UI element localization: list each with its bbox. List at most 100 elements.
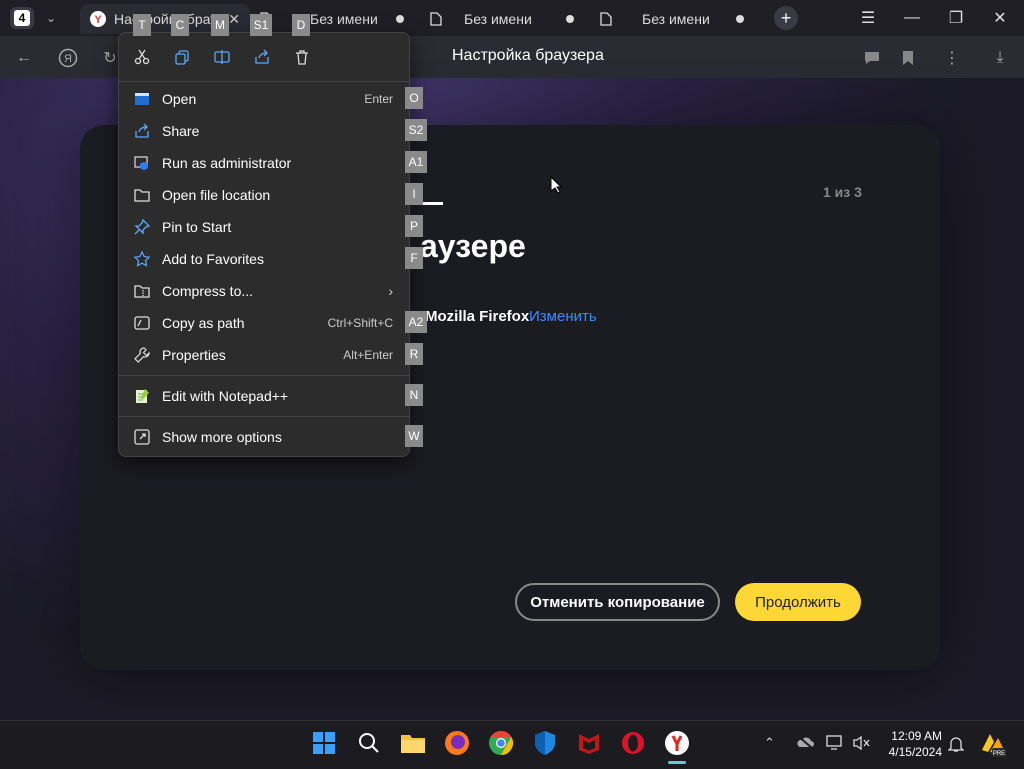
menu-item-label: Edit with Notepad++ <box>162 388 289 404</box>
menu-item-add-to-favorites[interactable]: Add to Favorites <box>119 243 409 275</box>
mcafee-icon[interactable] <box>574 728 604 758</box>
svg-text:Я: Я <box>64 53 72 65</box>
new-tab-button[interactable]: + <box>774 6 798 30</box>
comment-icon[interactable] <box>860 46 884 70</box>
access-key-badge: W <box>405 425 423 447</box>
menu-item-edit-notepadpp[interactable]: Edit with Notepad++ <box>119 380 409 412</box>
bookmark-icon[interactable] <box>896 46 920 70</box>
windows-start-icon[interactable] <box>309 728 339 758</box>
access-key-badge: A1 <box>405 151 427 173</box>
access-key-badge: S2 <box>405 119 427 141</box>
access-key-badge: D <box>292 14 310 36</box>
menu-item-label: Open <box>162 91 197 107</box>
menu-item-compress-to[interactable]: Compress to... › <box>119 275 409 307</box>
plus-icon: + <box>780 7 792 28</box>
minimize-icon[interactable]: — <box>896 6 928 30</box>
tab-count-button[interactable]: 4 <box>10 7 34 29</box>
restore-icon[interactable]: ❐ <box>940 6 972 30</box>
menu-item-label: Share <box>162 123 200 139</box>
chrome-icon[interactable] <box>486 728 516 758</box>
folder-icon <box>132 185 152 205</box>
menu-item-label: Show more options <box>162 429 282 445</box>
active-app-indicator <box>668 761 686 764</box>
search-icon[interactable] <box>354 728 384 758</box>
pin-icon <box>132 217 152 237</box>
chevron-right-icon: › <box>388 283 393 299</box>
access-key-badge: T <box>133 14 151 36</box>
close-window-icon[interactable]: ✕ <box>984 6 1016 30</box>
access-key-badge: M <box>211 14 229 36</box>
cancel-copy-button[interactable]: Отменить копирование <box>515 583 720 621</box>
menu-item-copy-as-path[interactable]: Copy as path Ctrl+Shift+C <box>119 307 409 339</box>
menu-separator <box>119 81 409 82</box>
chevron-down-icon[interactable]: ⌄ <box>42 9 60 27</box>
menu-item-open[interactable]: Open Enter <box>119 83 409 115</box>
onedrive-icon[interactable] <box>796 735 814 752</box>
open-icon <box>132 89 152 109</box>
access-key-badge: O <box>405 87 423 109</box>
star-icon <box>132 249 152 269</box>
volume-muted-icon[interactable] <box>853 735 871 754</box>
mouse-cursor-icon <box>550 175 563 194</box>
delete-icon[interactable] <box>290 45 314 69</box>
opera-icon[interactable] <box>618 728 648 758</box>
continue-button[interactable]: Продолжить <box>735 583 861 621</box>
access-key-badge: F <box>405 247 423 269</box>
firefox-icon[interactable] <box>442 728 472 758</box>
tab-label: Настройка брау <box>114 11 218 27</box>
tab-label: Без имени <box>310 11 378 27</box>
tab-untitled-1[interactable]: Без имени <box>258 4 418 34</box>
more-vertical-icon[interactable]: ⋮ <box>940 46 964 70</box>
menu-item-label: Properties <box>162 347 226 363</box>
display-icon[interactable] <box>826 735 844 754</box>
notepad-icon <box>132 386 152 406</box>
menu-item-label: Copy as path <box>162 315 245 331</box>
copy-icon[interactable] <box>170 45 194 69</box>
copilot-pre-icon[interactable]: PRE <box>978 730 1006 761</box>
access-key-badge: R <box>405 343 423 365</box>
access-key-badge: P <box>405 215 423 237</box>
clock-date: 4/15/2024 <box>888 745 942 759</box>
system-clock[interactable]: 12:09 AM 4/15/2024 <box>886 728 942 760</box>
tab-untitled-2[interactable]: Без имени <box>428 4 588 34</box>
share-icon[interactable] <box>250 45 274 69</box>
unsaved-dot-icon <box>566 15 574 23</box>
download-icon[interactable]: ⤓ <box>988 46 1012 70</box>
tab-count: 4 <box>14 10 30 26</box>
tab-label: Без имени <box>642 11 710 27</box>
back-arrow-icon[interactable]: ← <box>12 46 36 70</box>
access-key-badge: S1 <box>250 14 272 36</box>
tab-label: Без имени <box>464 11 532 27</box>
document-icon <box>598 11 614 27</box>
menu-item-label: Compress to... <box>162 283 254 299</box>
notification-bell-icon[interactable] <box>947 735 965 756</box>
change-link[interactable]: Изменить <box>529 308 597 325</box>
clock-time: 12:09 AM <box>891 729 942 743</box>
menu-item-open-file-location[interactable]: Open file location <box>119 179 409 211</box>
document-icon <box>428 11 444 27</box>
unsaved-dot-icon <box>396 15 404 23</box>
menu-item-properties[interactable]: Properties Alt+Enter <box>119 339 409 371</box>
zip-icon <box>132 281 152 301</box>
security-shield-icon[interactable] <box>530 728 560 758</box>
context-menu: Open Enter Share Run as administrator Op… <box>118 32 410 457</box>
menu-separator <box>119 416 409 417</box>
menu-item-show-more-options[interactable]: Show more options <box>119 421 409 453</box>
access-key-badge: I <box>405 183 423 205</box>
yandex-logo-icon: Y <box>90 11 106 27</box>
file-explorer-icon[interactable] <box>398 728 428 758</box>
close-tab-icon[interactable]: ✕ <box>228 11 240 28</box>
menu-item-share[interactable]: Share <box>119 115 409 147</box>
yandex-home-icon[interactable]: Я <box>56 46 80 70</box>
address-title[interactable]: Настройка браузера <box>452 47 604 65</box>
cut-icon[interactable] <box>130 45 154 69</box>
tab-untitled-3[interactable]: Без имени <box>598 4 758 34</box>
chevron-up-icon[interactable]: ⌃ <box>764 735 775 751</box>
menu-item-pin-to-start[interactable]: Pin to Start <box>119 211 409 243</box>
source-browser-name: Mozilla Firefox <box>425 308 530 325</box>
shield-icon <box>132 153 152 173</box>
rename-icon[interactable] <box>210 45 234 69</box>
menu-icon[interactable]: ☰ <box>852 6 884 30</box>
menu-item-run-as-admin[interactable]: Run as administrator <box>119 147 409 179</box>
yandex-browser-icon[interactable] <box>662 728 692 758</box>
